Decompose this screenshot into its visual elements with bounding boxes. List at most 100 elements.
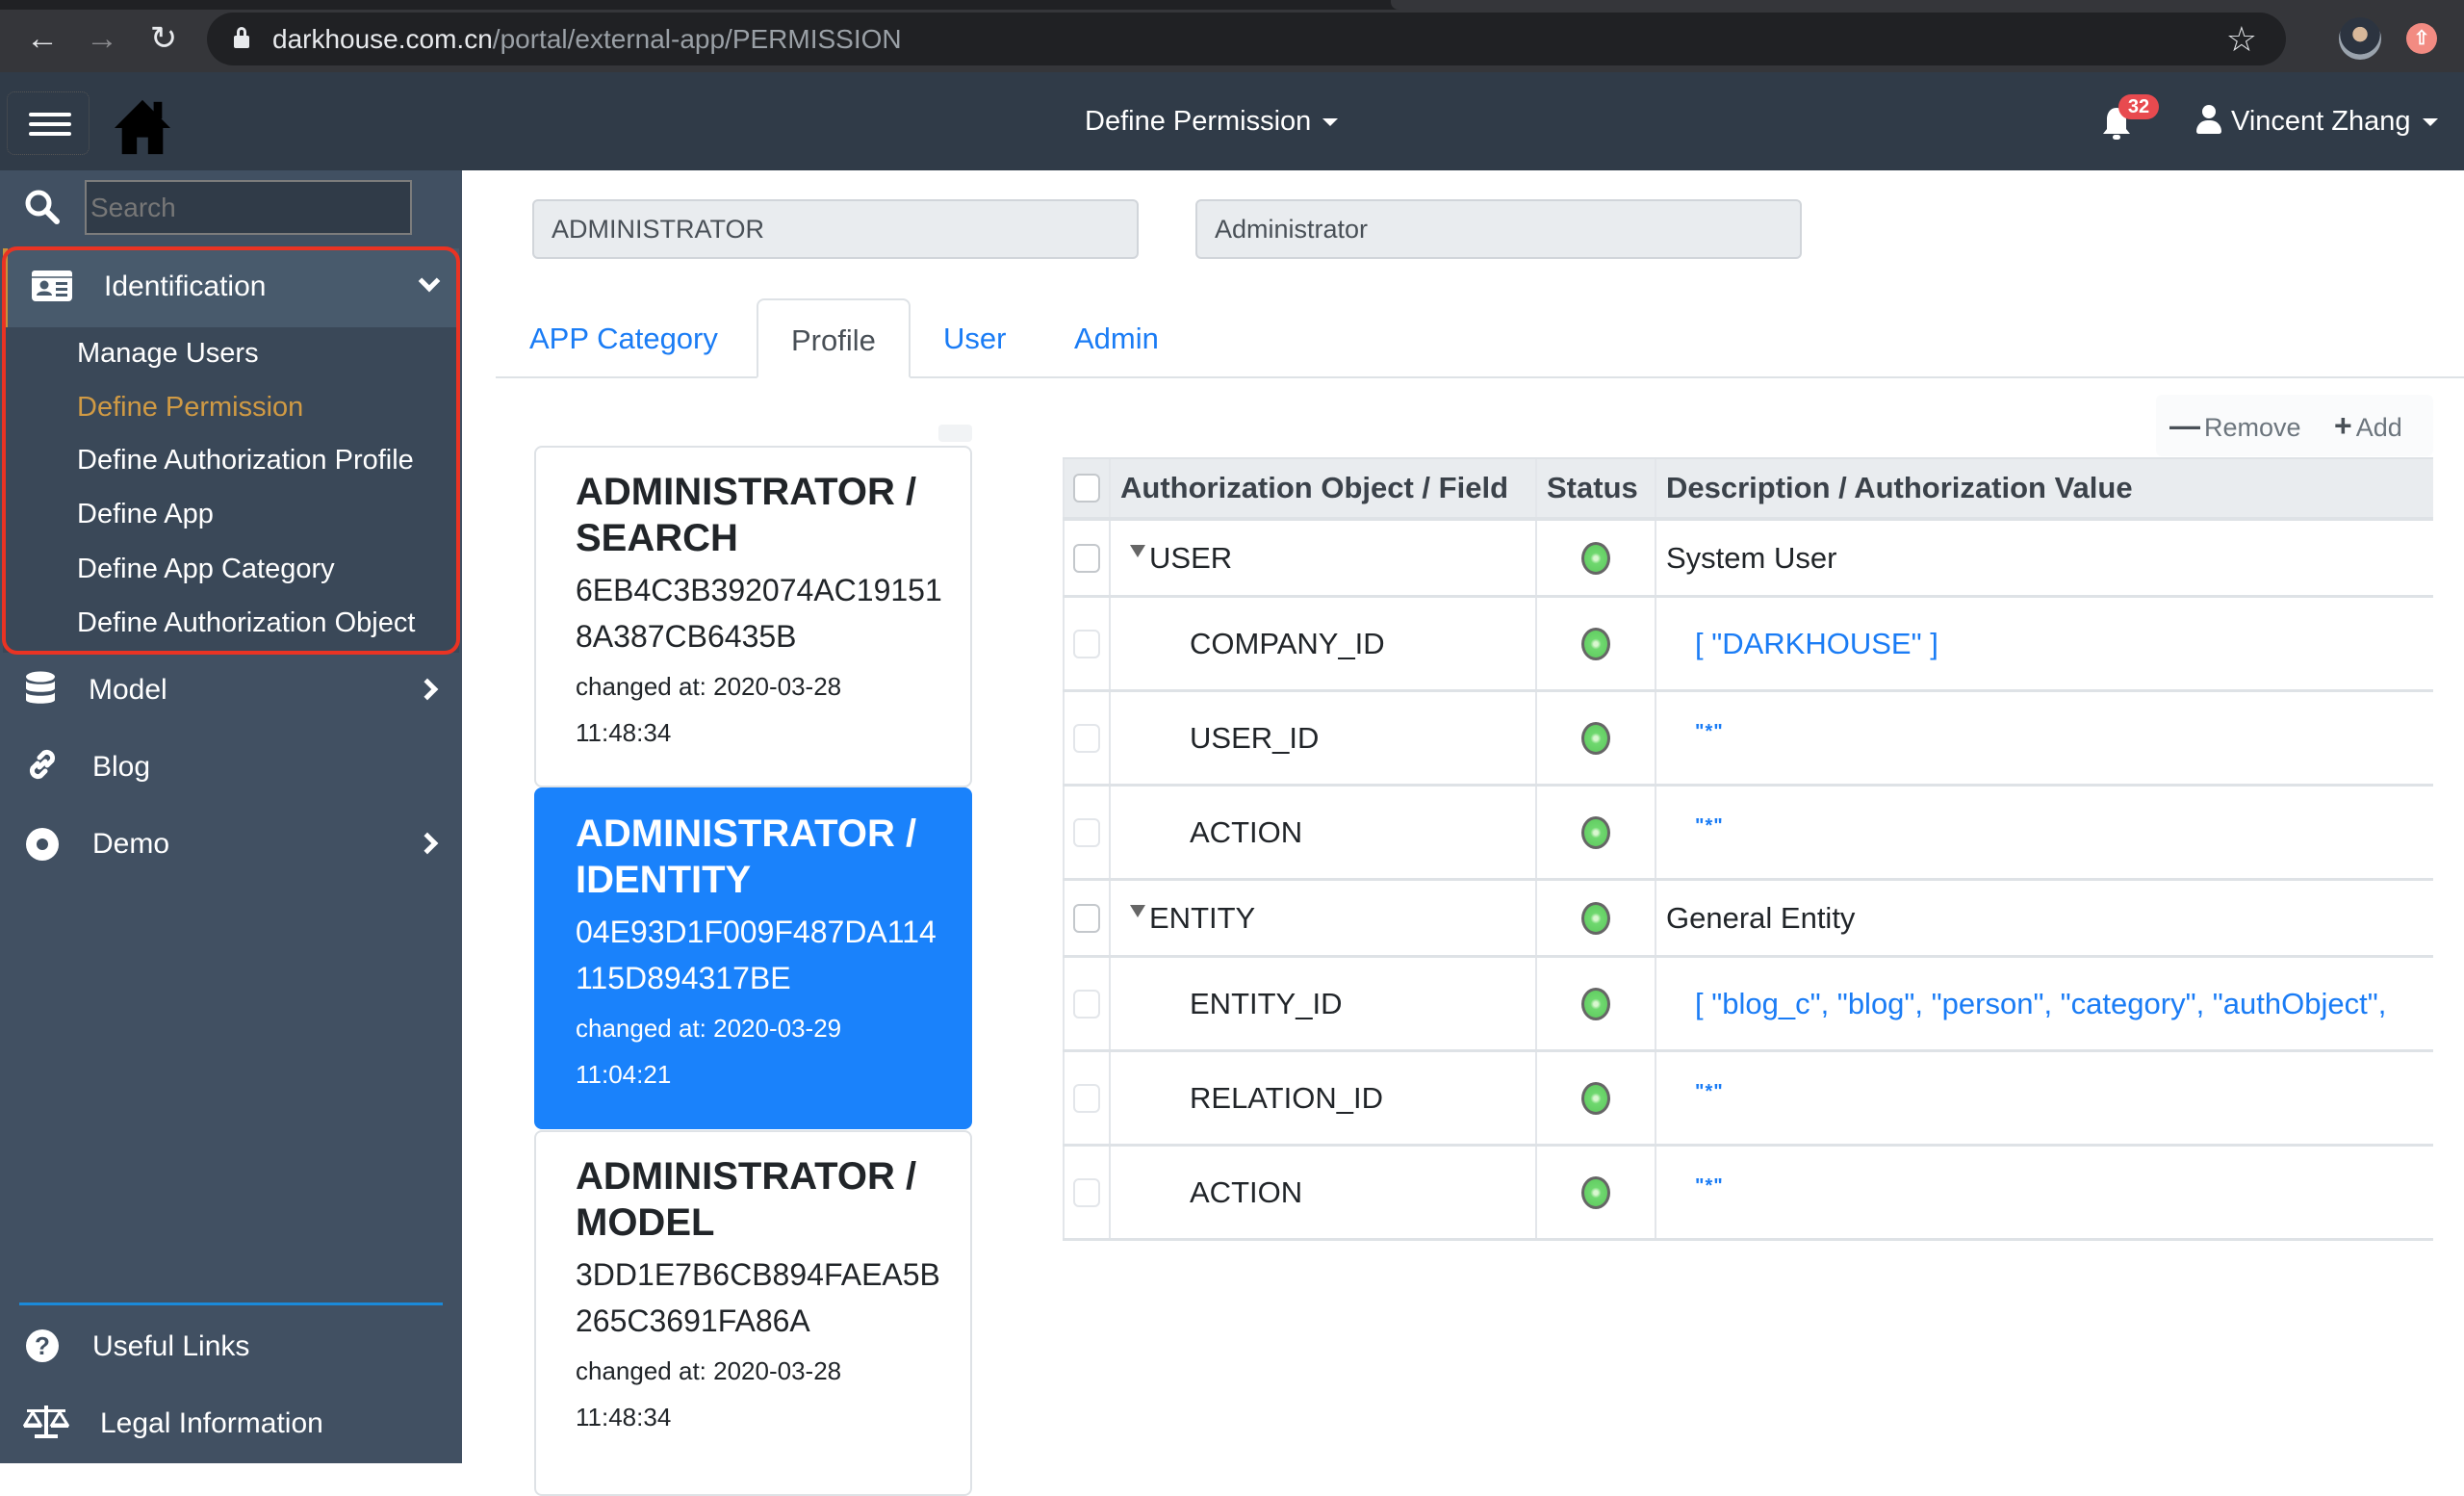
url-path: /portal/external-app/PERMISSION: [492, 24, 902, 54]
profile-changed-at: changed at: 2020-03-29 11:04:21: [576, 1014, 842, 1089]
link-icon: [29, 749, 56, 780]
sidebar-item-model[interactable]: [0, 660, 462, 722]
url-text[interactable]: darkhouse.com.cn/portal/external-app/PER…: [272, 13, 902, 65]
search-icon[interactable]: [23, 188, 62, 226]
user-icon: [2196, 105, 2221, 135]
permission-description-field[interactable]: Administrator: [1195, 199, 1802, 259]
status-cell: [1537, 881, 1656, 955]
sidebar-subitem-define-authorization-object[interactable]: Define Authorization Object: [77, 604, 415, 642]
update-icon[interactable]: ⇧: [2406, 23, 2437, 54]
tab-profile[interactable]: Profile: [757, 298, 911, 378]
menu-toggle-button[interactable]: [7, 91, 90, 155]
permission-id-field[interactable]: ADMINISTRATOR: [532, 199, 1139, 259]
plus-icon: +: [2334, 408, 2352, 443]
expand-triangle-icon[interactable]: [1130, 905, 1145, 917]
address-bar[interactable]: darkhouse.com.cn/portal/external-app/PER…: [207, 13, 2286, 65]
field-name: COMPANY_ID: [1190, 626, 1385, 660]
home-icon[interactable]: [113, 96, 172, 156]
table-row[interactable]: USER_ID "*": [1063, 692, 2433, 787]
authorization-value-link[interactable]: "*": [1666, 815, 1724, 838]
table-row[interactable]: RELATION_ID "*": [1063, 1052, 2433, 1147]
row-checkbox[interactable]: [1073, 1083, 1100, 1113]
sidebar-subitem-define-permission[interactable]: Define Permission: [77, 388, 303, 426]
row-checkbox-cell: [1063, 1052, 1111, 1144]
back-arrow-icon[interactable]: ←: [21, 17, 64, 60]
page-title-dropdown[interactable]: Define Permission: [1085, 72, 1339, 170]
authorization-value-link[interactable]: [ "DARKHOUSE" ]: [1666, 627, 1938, 661]
dot-circle-icon: [26, 828, 59, 861]
object-name: USER: [1149, 540, 1233, 575]
sidebar-subitem-define-app-category[interactable]: Define App Category: [77, 550, 335, 588]
authorization-value-link[interactable]: [ "blog_c", "blog", "person", "category"…: [1666, 987, 2386, 1021]
star-icon[interactable]: ☆: [2226, 13, 2257, 65]
url-host: darkhouse.com.cn: [272, 24, 493, 54]
select-all-checkbox[interactable]: [1073, 474, 1100, 503]
status-cell: [1537, 1147, 1656, 1238]
profile-card-selected[interactable]: ADMINISTRATOR / IDENTITY 04E93D1F009F487…: [534, 787, 972, 1129]
reload-icon[interactable]: ↻: [142, 17, 185, 60]
table-row[interactable]: USER System User: [1063, 521, 2433, 598]
profile-card[interactable]: ADMINISTRATOR / MODEL 3DD1E7B6CB894FAEA5…: [534, 1130, 972, 1496]
table-row[interactable]: ACTION "*": [1063, 787, 2433, 881]
table-row[interactable]: ENTITY_ID [ "blog_c", "blog", "person", …: [1063, 958, 2433, 1052]
row-checkbox[interactable]: [1073, 1177, 1100, 1207]
row-checkbox[interactable]: [1073, 543, 1100, 573]
user-name: Vincent Zhang: [2231, 106, 2411, 137]
expand-triangle-icon[interactable]: [1130, 545, 1145, 557]
status-active-icon: [1581, 815, 1610, 849]
sidebar-item-blog[interactable]: [0, 737, 462, 799]
sidebar-item-label: Identification: [104, 271, 267, 302]
profile-avatar[interactable]: [2339, 17, 2381, 60]
tab-app-category[interactable]: APP Category: [497, 298, 751, 378]
tab-admin[interactable]: Admin: [1041, 298, 1192, 378]
row-checkbox[interactable]: [1073, 723, 1100, 753]
sidebar-item-label: Demo: [92, 828, 170, 860]
sidebar-subitem-manage-users[interactable]: Manage Users: [77, 334, 259, 373]
search-input[interactable]: [85, 180, 412, 235]
forward-arrow-icon[interactable]: →: [81, 17, 123, 60]
profile-title: ADMINISTRATOR / MODEL: [576, 1155, 917, 1244]
row-checkbox-cell: [1063, 692, 1111, 784]
sidebar-item-demo[interactable]: [0, 814, 462, 876]
profile-title: ADMINISTRATOR / IDENTITY: [576, 812, 917, 901]
row-checkbox-cell: [1063, 787, 1111, 878]
profile-card[interactable]: ADMINISTRATOR / SEARCH 6EB4C3B392074AC19…: [534, 446, 972, 787]
authorization-value-link[interactable]: "*": [1666, 1081, 1724, 1103]
minus-icon: —: [2169, 408, 2200, 443]
status-cell: [1537, 1052, 1656, 1144]
field-cell: COMPANY_ID: [1111, 598, 1537, 689]
row-checkbox[interactable]: [1073, 903, 1100, 933]
status-active-icon: [1581, 1081, 1610, 1115]
status-cell: [1537, 692, 1656, 784]
value-cell: "*": [1656, 1052, 2433, 1144]
profile-title: ADMINISTRATOR / SEARCH: [576, 471, 917, 559]
column-header-object-field: Authorization Object / Field: [1111, 459, 1537, 517]
table-row[interactable]: ACTION "*": [1063, 1147, 2433, 1241]
user-menu[interactable]: Vincent Zhang: [2196, 72, 2438, 170]
status-active-icon: [1581, 627, 1610, 660]
authorization-value-link[interactable]: "*": [1666, 721, 1724, 743]
database-icon: [26, 671, 55, 704]
question-circle-icon: ?: [26, 1329, 59, 1362]
sidebar-subitem-define-authorization-profile[interactable]: Define Authorization Profile: [77, 441, 414, 479]
table-row[interactable]: ENTITY General Entity: [1063, 881, 2433, 958]
tab-user[interactable]: User: [911, 298, 1039, 378]
list-scroll-handle[interactable]: [938, 425, 972, 442]
field-cell: ACTION: [1111, 1147, 1537, 1238]
value-cell: [ "blog_c", "blog", "person", "category"…: [1656, 958, 2433, 1049]
table-row[interactable]: COMPANY_ID [ "DARKHOUSE" ]: [1063, 598, 2433, 692]
page-title: Define Permission: [1085, 106, 1312, 137]
row-checkbox[interactable]: [1073, 817, 1100, 847]
active-browser-tab[interactable]: [1391, 0, 2464, 10]
authorization-value-link[interactable]: "*": [1666, 1175, 1724, 1198]
object-cell: USER: [1111, 521, 1537, 595]
add-button[interactable]: + Add: [2334, 395, 2402, 456]
row-checkbox-cell: [1063, 521, 1111, 595]
sidebar-subitem-define-app[interactable]: Define App: [77, 495, 214, 533]
remove-button[interactable]: — Remove: [2169, 395, 2301, 456]
row-checkbox[interactable]: [1073, 629, 1100, 658]
caret-down-icon: [1322, 118, 1339, 127]
row-checkbox[interactable]: [1073, 989, 1100, 1019]
column-header-description: Description / Authorization Value: [1666, 471, 2133, 504]
status-cell: [1537, 521, 1656, 595]
